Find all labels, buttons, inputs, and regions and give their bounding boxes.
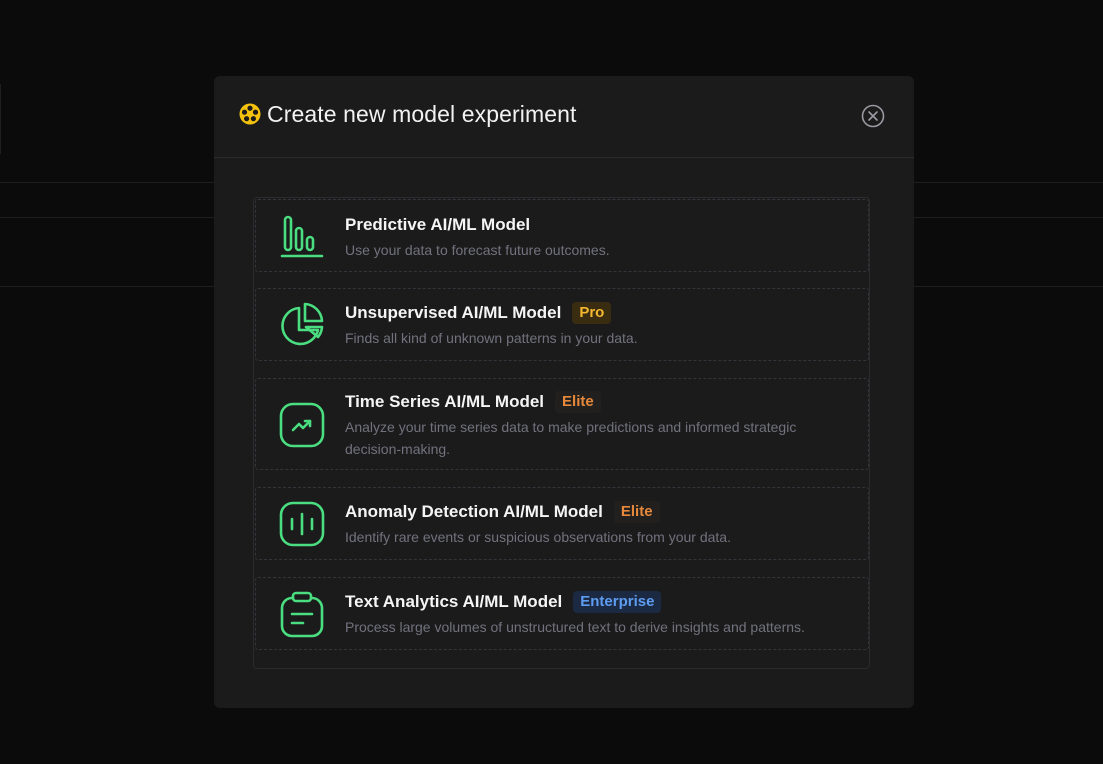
option-time-series-model[interactable]: Time Series AI/ML Model Elite Analyze yo… (255, 378, 869, 470)
option-description: Use your data to forecast future outcome… (345, 242, 610, 258)
flower-logo-icon (239, 103, 261, 125)
option-description: Analyze your time series data to make pr… (345, 419, 797, 457)
clipboard-text-icon (280, 591, 324, 638)
pro-badge: Pro (572, 302, 612, 324)
option-description: Finds all kind of unknown patterns in yo… (345, 330, 638, 346)
pie-chart-icon (281, 302, 324, 346)
modal-title: Create new model experiment (267, 101, 577, 127)
option-unsupervised-model[interactable]: Unsupervised AI/ML Model Pro Finds all k… (255, 288, 869, 361)
option-title-row: Anomaly Detection AI/ML Model Elite (345, 501, 660, 523)
option-title: Unsupervised AI/ML Model (345, 303, 562, 322)
elite-badge: Elite (555, 391, 601, 413)
option-predictive-model[interactable]: Predictive AI/ML Model Use your data to … (255, 199, 869, 272)
bar-chart-icon (280, 215, 324, 258)
option-title-row: Text Analytics AI/ML Model Enterprise (345, 591, 662, 613)
trending-up-icon (279, 402, 325, 448)
option-text-analytics-model[interactable]: Text Analytics AI/ML Model Enterprise Pr… (255, 577, 869, 650)
option-title: Predictive AI/ML Model (345, 215, 531, 234)
option-title-row: Unsupervised AI/ML Model Pro (345, 302, 612, 324)
option-anomaly-detection-model[interactable]: Anomaly Detection AI/ML Model Elite Iden… (255, 487, 869, 560)
create-experiment-modal: Create new model experiment Predictive A… (214, 76, 914, 708)
option-title-row: Time Series AI/ML Model Elite (345, 391, 601, 413)
option-title: Time Series AI/ML Model (345, 392, 545, 411)
option-title: Text Analytics AI/ML Model (345, 592, 563, 611)
background-divider (0, 84, 1, 154)
option-title: Anomaly Detection AI/ML Model (345, 502, 603, 521)
elite-badge: Elite (613, 501, 660, 523)
anomaly-icon (279, 501, 325, 547)
enterprise-badge: Enterprise (573, 591, 662, 613)
close-icon[interactable] (861, 104, 885, 128)
modal-header: Create new model experiment (214, 76, 914, 158)
model-options-list: Predictive AI/ML Model Use your data to … (253, 197, 870, 669)
option-description: Process large volumes of unstructured te… (345, 619, 805, 635)
option-title-row: Predictive AI/ML Model (345, 215, 530, 235)
option-description: Identify rare events or suspicious obser… (345, 529, 731, 545)
